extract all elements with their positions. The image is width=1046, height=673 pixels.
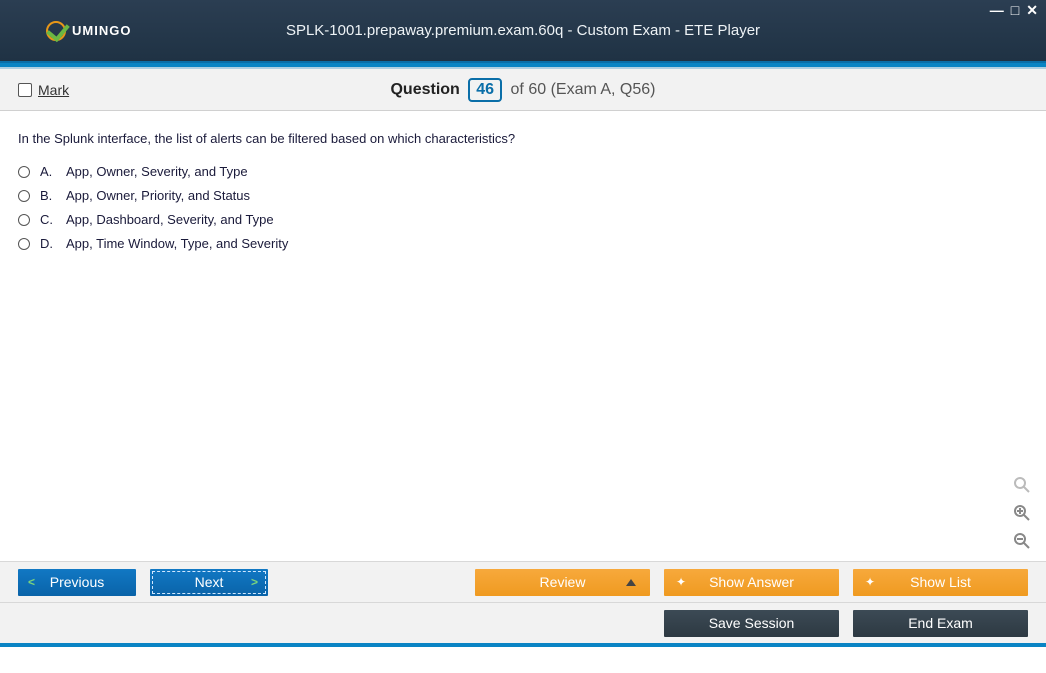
next-label: Next	[195, 574, 224, 590]
previous-button[interactable]: < Previous	[18, 569, 136, 596]
answer-text: App, Owner, Severity, and Type	[66, 164, 248, 179]
triangle-up-icon	[626, 579, 636, 586]
answer-list: A. App, Owner, Severity, and Type B. App…	[18, 164, 1028, 251]
answer-letter: A.	[40, 164, 56, 179]
bottom-button-bar: Save Session End Exam	[0, 603, 1046, 643]
next-button[interactable]: Next >	[150, 569, 268, 596]
answer-option[interactable]: A. App, Owner, Severity, and Type	[18, 164, 1028, 179]
previous-label: Previous	[50, 574, 104, 590]
answer-option[interactable]: D. App, Time Window, Type, and Severity	[18, 236, 1028, 251]
answer-letter: B.	[40, 188, 56, 203]
chevron-left-icon: <	[28, 575, 35, 589]
end-exam-button[interactable]: End Exam	[853, 610, 1028, 637]
answer-option[interactable]: C. App, Dashboard, Severity, and Type	[18, 212, 1028, 227]
radio-icon[interactable]	[18, 214, 30, 226]
show-answer-label: Show Answer	[709, 574, 794, 590]
end-exam-label: End Exam	[908, 615, 973, 631]
maximize-icon[interactable]: □	[1011, 3, 1019, 17]
show-list-button[interactable]: ✦ Show List	[853, 569, 1028, 596]
save-session-button[interactable]: Save Session	[664, 610, 839, 637]
minimize-icon[interactable]: —	[990, 3, 1004, 17]
puzzle-icon: ✦	[676, 575, 686, 589]
review-label: Review	[540, 574, 586, 590]
answer-letter: D.	[40, 236, 56, 251]
nav-button-bar: < Previous Next > Review ✦ Show Answer ✦…	[0, 561, 1046, 603]
show-list-label: Show List	[910, 574, 971, 590]
footer-accent	[0, 643, 1046, 647]
answer-text: App, Time Window, Type, and Severity	[66, 236, 288, 251]
puzzle-icon: ✦	[865, 575, 875, 589]
zoom-tools	[1012, 475, 1032, 551]
answer-text: App, Owner, Priority, and Status	[66, 188, 250, 203]
radio-icon[interactable]	[18, 190, 30, 202]
question-total: of 60 (Exam A, Q56)	[511, 81, 656, 98]
question-counter: Question 46 of 60 (Exam A, Q56)	[0, 78, 1046, 102]
question-content: In the Splunk interface, the list of ale…	[0, 111, 1046, 561]
answer-option[interactable]: B. App, Owner, Priority, and Status	[18, 188, 1028, 203]
question-header: Mark Question 46 of 60 (Exam A, Q56)	[0, 69, 1046, 111]
close-icon[interactable]: ✕	[1026, 3, 1038, 17]
zoom-out-icon[interactable]	[1012, 531, 1032, 551]
show-answer-button[interactable]: ✦ Show Answer	[664, 569, 839, 596]
window-controls: — □ ✕	[990, 3, 1038, 17]
titlebar: UMINGO SPLK-1001.prepaway.premium.exam.6…	[0, 0, 1046, 63]
radio-icon[interactable]	[18, 238, 30, 250]
answer-letter: C.	[40, 212, 56, 227]
search-icon[interactable]	[1012, 475, 1032, 495]
save-session-label: Save Session	[709, 615, 795, 631]
window-title: SPLK-1001.prepaway.premium.exam.60q - Cu…	[0, 22, 1046, 39]
question-word: Question	[390, 81, 459, 98]
chevron-right-icon: >	[251, 575, 258, 589]
review-button[interactable]: Review	[475, 569, 650, 596]
zoom-in-icon[interactable]	[1012, 503, 1032, 523]
radio-icon[interactable]	[18, 166, 30, 178]
answer-text: App, Dashboard, Severity, and Type	[66, 212, 274, 227]
question-text: In the Splunk interface, the list of ale…	[18, 131, 1028, 146]
question-number: 46	[468, 78, 502, 102]
